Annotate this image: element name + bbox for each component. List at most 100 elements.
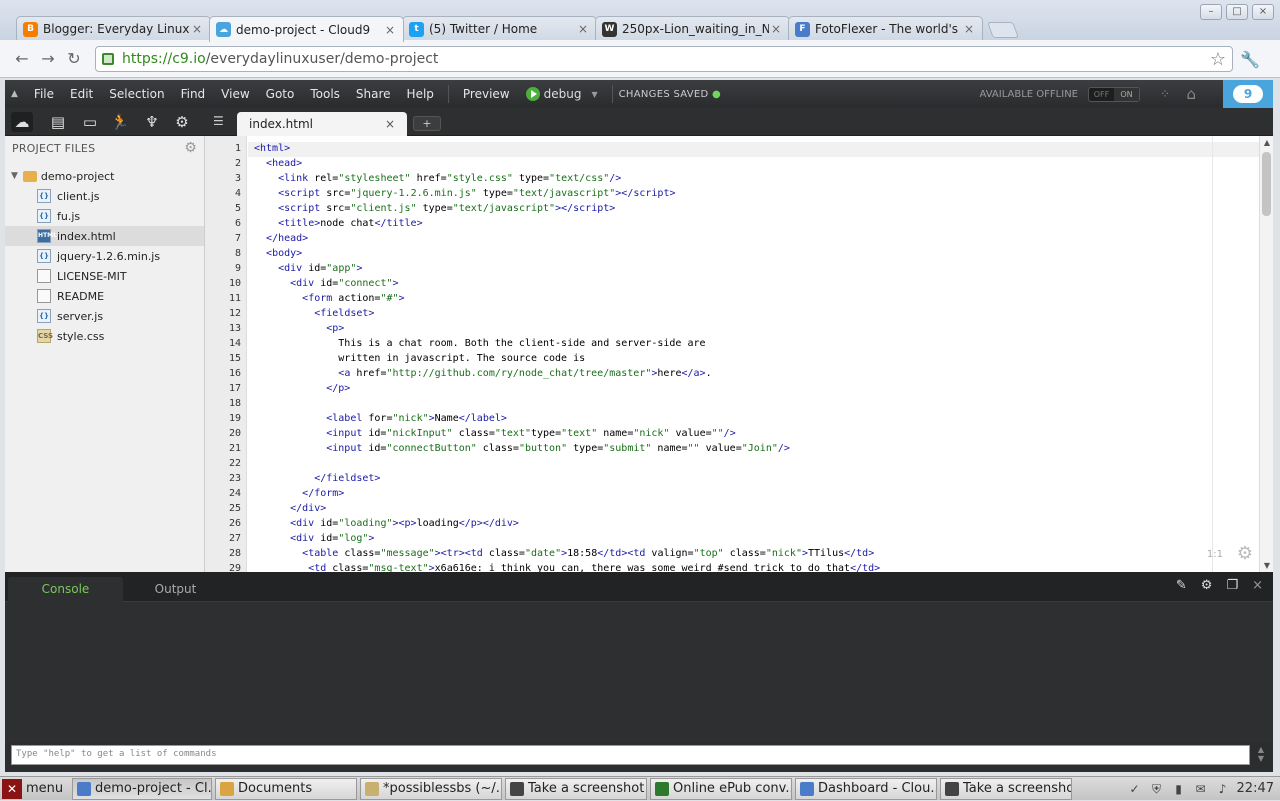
code-line[interactable]: <script src="jquery-1.2.6.min.js" type="… (254, 188, 675, 199)
close-tab-icon[interactable]: × (576, 22, 590, 36)
gear-icon[interactable]: ⚙ (184, 140, 197, 156)
shield-icon[interactable]: ⛨ (1149, 781, 1165, 797)
console-scroll-icon[interactable]: ▲ ▼ (1255, 745, 1267, 765)
file-item[interactable]: {} jquery-1.2.6.min.js (5, 246, 204, 266)
file-item[interactable]: {} server.js (5, 306, 204, 326)
deploy-icon[interactable]: ♆ (141, 112, 163, 132)
file-item[interactable]: CSS style.css (5, 326, 204, 346)
file-item[interactable]: {} fu.js (5, 206, 204, 226)
code-line[interactable]: <div id="connect"> (254, 278, 398, 289)
close-window-button[interactable]: × (1252, 4, 1274, 20)
task-screenshot-1[interactable]: Take a screenshot (505, 777, 647, 800)
cloud-icon[interactable]: ☁ (11, 112, 33, 132)
tab-console[interactable]: Console (8, 577, 123, 602)
close-icon[interactable]: × (1252, 578, 1263, 593)
code-line[interactable]: <table class="message"><tr><td class="da… (254, 548, 874, 559)
maximize-icon[interactable]: ❐ (1226, 578, 1238, 593)
drive-icon[interactable]: ▭ (79, 112, 101, 132)
code-line[interactable]: <div id="app"> (254, 263, 362, 274)
code-line[interactable]: <title>node chat</title> (254, 218, 423, 229)
close-tab-icon[interactable]: × (769, 22, 783, 36)
browser-tab-fotoflexer[interactable]: F FotoFlexer - The world's m × (788, 16, 983, 41)
code-line[interactable]: <p> (254, 323, 344, 334)
file-item[interactable]: HTML index.html (5, 226, 204, 246)
menu-goto[interactable]: Goto (258, 87, 303, 101)
menu-share[interactable]: Share (348, 87, 399, 101)
expand-triangle-icon[interactable]: ▼ (11, 171, 18, 181)
console-command-input[interactable]: Type "help" to get a list of commands (11, 745, 1250, 765)
address-bar[interactable]: https:// c9.io /everydaylinuxuser/demo-p… (95, 46, 1233, 72)
editor-gear-icon[interactable]: ⚙ (1237, 543, 1253, 564)
minimize-window-button[interactable]: – (1200, 4, 1222, 20)
code-line[interactable]: <a href="http://github.com/ry/node_chat/… (254, 368, 711, 379)
file-item[interactable]: LICENSE-MIT (5, 266, 204, 286)
notification-icon[interactable]: ✉ (1193, 781, 1209, 797)
file-item[interactable]: {} client.js (5, 186, 204, 206)
forward-icon[interactable]: → (38, 49, 58, 69)
menu-tools[interactable]: Tools (302, 87, 348, 101)
task-epub-converter[interactable]: Online ePub conv... (650, 777, 792, 800)
back-icon[interactable]: ← (12, 49, 32, 69)
clock[interactable]: 22:47 (1237, 781, 1274, 796)
task-screenshot-2[interactable]: Take a screenshot (940, 777, 1072, 800)
bookmark-star-icon[interactable]: ☆ (1210, 49, 1226, 70)
volume-icon[interactable]: ♪ (1215, 781, 1231, 797)
code-line[interactable]: <script src="client.js" type="text/javas… (254, 203, 615, 214)
reload-icon[interactable]: ↻ (64, 49, 84, 69)
menu-selection[interactable]: Selection (101, 87, 172, 101)
project-folder[interactable]: ▼ demo-project (5, 166, 204, 186)
file-item[interactable]: README (5, 286, 204, 306)
code-line[interactable]: </div> (254, 503, 326, 514)
scroll-down-icon[interactable]: ▼ (1264, 561, 1270, 570)
code-line[interactable]: <input id="connectButton" class="button"… (254, 443, 790, 454)
task-chrome-dashboard[interactable]: Dashboard - Clou... (795, 777, 937, 800)
code-line[interactable]: <body> (254, 248, 302, 259)
preview-button[interactable]: Preview (455, 87, 518, 101)
browser-tab-cloud9[interactable]: ☁ demo-project - Cloud9 × (209, 16, 404, 42)
code-line[interactable]: </form> (254, 488, 344, 499)
settings-icon[interactable]: ⚙ (171, 112, 193, 132)
browser-tab-wikipedia[interactable]: W 250px-Lion_waiting_in_Na × (595, 16, 790, 41)
menu-help[interactable]: Help (399, 87, 442, 101)
cloud9-logo[interactable]: 9 (1223, 80, 1273, 108)
code-line[interactable]: This is a chat room. Both the client-sid… (254, 338, 705, 349)
tab-output[interactable]: Output (118, 577, 233, 602)
run-icon[interactable]: 🏃 (109, 112, 131, 132)
editor-scrollbar[interactable]: ▲ ▼ (1259, 136, 1273, 572)
debug-button[interactable]: debug ▼ (518, 87, 606, 101)
code-line[interactable]: <div id="log"> (254, 533, 374, 544)
code-line[interactable]: </p> (254, 383, 350, 394)
close-tab-icon[interactable]: × (962, 22, 976, 36)
start-menu-button[interactable]: ✕ menu (0, 777, 72, 801)
code-editor[interactable]: 1 2 3 4 5 6 7 8 9 10 11 12 13 14 15 16 17 18 19 20 21 22 23 24 2… (205, 136, 1273, 572)
updates-icon[interactable]: ✓ (1127, 781, 1143, 797)
code-line[interactable]: </head> (254, 233, 308, 244)
editor-tab-index-html[interactable]: index.html × (237, 112, 407, 136)
new-file-tab-button[interactable]: + (413, 116, 441, 131)
code-line[interactable]: </fieldset> (254, 473, 380, 484)
task-text-editor[interactable]: *possiblessbs (~/... (360, 777, 502, 800)
files-icon[interactable]: ▤ (47, 112, 69, 132)
gear-icon[interactable]: ⚙ (1201, 578, 1213, 593)
network-icon[interactable]: ▮ (1171, 781, 1187, 797)
home-icon[interactable]: ⌂ (1186, 85, 1196, 103)
code-line[interactable]: <link rel="stylesheet" href="style.css" … (254, 173, 621, 184)
menu-edit[interactable]: Edit (62, 87, 101, 101)
tab-list-icon[interactable]: ☰ (213, 114, 224, 128)
code-line[interactable]: <head> (254, 158, 302, 169)
code-line[interactable]: <form action="#"> (254, 293, 404, 304)
browser-tab-blogger[interactable]: B Blogger: Everyday Linux U × (16, 16, 211, 41)
new-tab-button[interactable] (987, 22, 1019, 38)
code-line[interactable]: <label for="nick">Name</label> (254, 413, 507, 424)
close-icon[interactable]: × (385, 117, 395, 131)
code-line[interactable]: <html> (254, 143, 290, 154)
close-tab-icon[interactable]: × (190, 22, 204, 36)
offline-toggle[interactable]: OFF ON (1088, 87, 1140, 102)
code-line[interactable]: <fieldset> (254, 308, 374, 319)
menu-find[interactable]: Find (173, 87, 214, 101)
menu-view[interactable]: View (213, 87, 257, 101)
code-line[interactable]: written in javascript. The source code i… (254, 353, 585, 364)
maximize-window-button[interactable]: □ (1226, 4, 1248, 20)
scrollbar-thumb[interactable] (1262, 152, 1271, 216)
close-tab-icon[interactable]: × (383, 23, 397, 37)
